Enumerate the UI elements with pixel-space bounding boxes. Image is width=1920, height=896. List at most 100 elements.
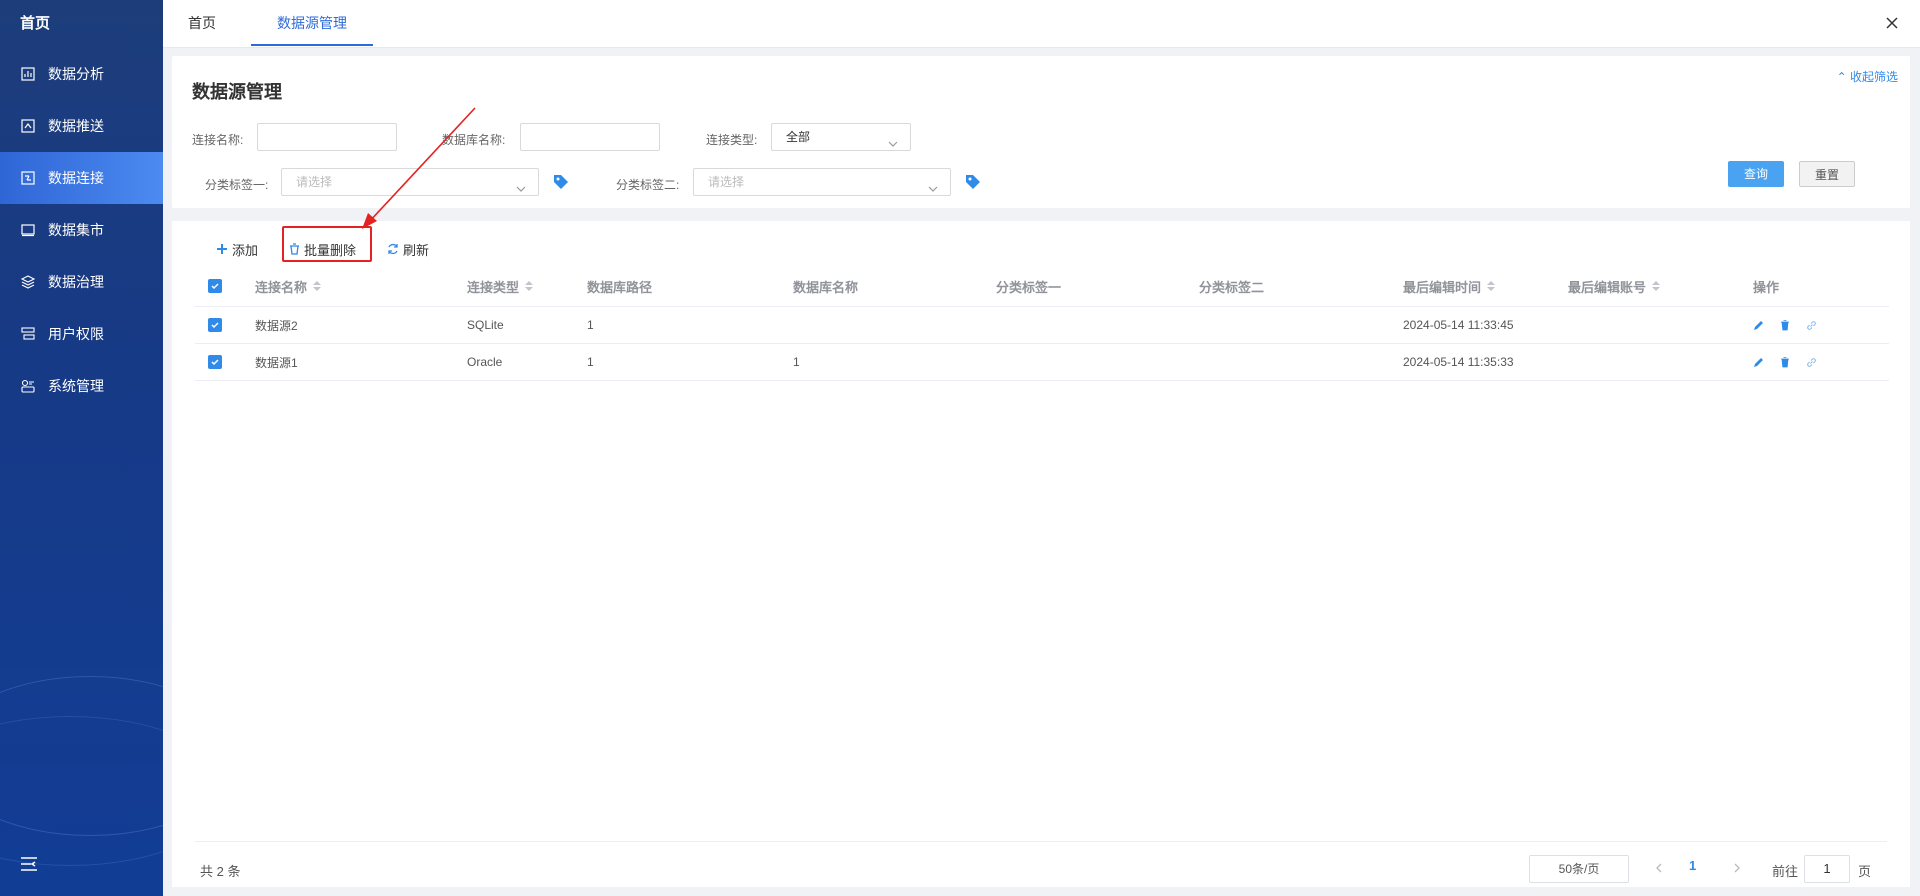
sort-icon[interactable]: [313, 281, 322, 291]
table-row: 数据源1 Oracle 1 1 2024-05-14 11:35:33: [195, 344, 1889, 381]
sidebar-item-label: 系统管理: [48, 378, 104, 394]
checkbox-checked-icon: [208, 279, 222, 293]
row-actions: [1753, 344, 1833, 380]
total-count: 共 2 条: [200, 864, 241, 879]
goto-page-input[interactable]: 1: [1804, 855, 1850, 883]
refresh-icon: [387, 243, 399, 255]
conn-type-label: 连接类型:: [706, 133, 758, 147]
chevron-left-icon[interactable]: [1652, 861, 1666, 875]
conn-type-select[interactable]: 全部: [771, 123, 911, 151]
data-table: 连接名称 连接类型 数据库路径 数据库名称 分类标签一 分类标签二 最后编辑时间…: [195, 266, 1889, 381]
tag1-select[interactable]: 请选择: [281, 168, 539, 196]
col-header-tag1: 分类标签一: [996, 279, 1062, 295]
plus-icon: [216, 243, 228, 255]
tag2-label: 分类标签二:: [616, 178, 680, 192]
cell-dbname: 1: [793, 355, 800, 369]
delete-icon[interactable]: [1780, 356, 1790, 368]
col-header-account[interactable]: 最后编辑账号: [1568, 266, 1661, 306]
sidebar-item-label: 数据连接: [48, 170, 104, 186]
cell-time: 2024-05-14 11:33:45: [1403, 318, 1514, 332]
col-header-label: 最后编辑账号: [1568, 279, 1647, 295]
sidebar-item-label: 数据治理: [48, 274, 104, 290]
tag-icon[interactable]: [964, 173, 982, 191]
tag2-select[interactable]: 请选择: [693, 168, 951, 196]
filter-panel: 数据源管理 ⌃ 收起筛选 连接名称: 数据库名称: 连接类型: 全部 分类标签一…: [172, 56, 1910, 208]
tab-datasource-management[interactable]: 数据源管理: [251, 0, 373, 46]
tag-icon[interactable]: [552, 173, 570, 191]
sidebar-item-data-connection[interactable]: 数据连接: [0, 152, 163, 204]
cell-name: 数据源1: [255, 355, 298, 370]
sidebar-item-user-permission[interactable]: 用户权限: [0, 308, 163, 360]
table-panel: 添加 批量删除 刷新 连接名称 连接类型 数据库路径 数据库名称 分类标签一 分…: [172, 221, 1910, 887]
chevron-down-icon: [516, 177, 526, 192]
page-unit-label: 页: [1858, 864, 1872, 879]
db-name-label: 数据库名称:: [442, 133, 506, 147]
col-header-type[interactable]: 连接类型: [467, 266, 534, 306]
sidebar-item-label: 用户权限: [48, 326, 104, 342]
col-header-label: 连接类型: [467, 279, 520, 295]
conn-name-input[interactable]: [257, 123, 397, 151]
link-icon[interactable]: [1806, 320, 1817, 331]
conn-name-label: 连接名称:: [192, 133, 244, 147]
sort-icon[interactable]: [1487, 281, 1496, 291]
cell-name: 数据源2: [255, 318, 298, 333]
market-icon: [20, 222, 36, 238]
delete-icon[interactable]: [1780, 319, 1790, 331]
tab-bar: 首页 数据源管理: [163, 0, 1920, 48]
sidebar-home[interactable]: 首页: [0, 0, 163, 48]
refresh-button[interactable]: 刷新: [387, 231, 429, 267]
col-header-label: 最后编辑时间: [1403, 279, 1482, 295]
col-header-time[interactable]: 最后编辑时间: [1403, 266, 1496, 306]
edit-icon[interactable]: [1753, 357, 1764, 368]
chevron-down-icon: [928, 177, 938, 192]
sort-icon[interactable]: [525, 281, 534, 291]
refresh-label: 刷新: [403, 242, 430, 258]
push-icon: [20, 118, 36, 134]
query-button[interactable]: 查询: [1728, 161, 1784, 187]
tab-home[interactable]: 首页: [188, 0, 216, 46]
sidebar: 首页 数据分析 数据推送 数据连接 数据集市 数据治理 用户权限 系统管理: [0, 0, 163, 896]
row-checkbox[interactable]: [208, 307, 222, 343]
cell-type: SQLite: [467, 318, 504, 332]
chevron-down-icon: [888, 132, 898, 147]
chevron-right-icon[interactable]: [1730, 861, 1744, 875]
link-icon[interactable]: [1806, 357, 1817, 368]
chart-icon: [20, 66, 36, 82]
system-icon: [20, 378, 36, 394]
close-icon[interactable]: [1882, 13, 1902, 33]
row-checkbox[interactable]: [208, 344, 222, 380]
divider: [195, 841, 1887, 842]
row-actions: [1753, 307, 1833, 343]
sidebar-item-data-analysis[interactable]: 数据分析: [0, 48, 163, 100]
collapse-filter-label: 收起筛选: [1849, 70, 1898, 84]
decor-swirl: [0, 716, 163, 866]
conn-type-value: 全部: [786, 130, 811, 144]
col-header-label: 连接名称: [255, 279, 308, 295]
table-row: 数据源2 SQLite 1 2024-05-14 11:33:45: [195, 307, 1889, 344]
cell-path: 1: [587, 355, 594, 369]
col-header-actions: 操作: [1753, 279, 1780, 295]
edit-icon[interactable]: [1753, 320, 1764, 331]
sidebar-item-data-market[interactable]: 数据集市: [0, 204, 163, 256]
add-button[interactable]: 添加: [216, 231, 258, 267]
col-header-dbname: 数据库名称: [793, 279, 859, 295]
connection-icon: [20, 170, 36, 186]
select-all-checkbox[interactable]: [208, 266, 222, 306]
sidebar-item-label: 数据分析: [48, 66, 104, 82]
tag1-placeholder: 请选择: [296, 175, 333, 189]
reset-button[interactable]: 重置: [1799, 161, 1855, 187]
tag2-placeholder: 请选择: [708, 175, 745, 189]
db-name-input[interactable]: [520, 123, 660, 151]
goto-label: 前往: [1772, 864, 1799, 879]
col-header-name[interactable]: 连接名称: [255, 266, 322, 306]
sidebar-item-system[interactable]: 系统管理: [0, 360, 163, 412]
collapse-filter-button[interactable]: ⌃ 收起筛选: [1837, 68, 1898, 85]
user-permission-icon: [20, 326, 36, 342]
sort-icon[interactable]: [1652, 281, 1661, 291]
sidebar-item-data-governance[interactable]: 数据治理: [0, 256, 163, 308]
current-page[interactable]: 1: [1689, 858, 1696, 873]
tag1-label: 分类标签一:: [205, 178, 269, 192]
menu-collapse-icon[interactable]: [20, 856, 40, 876]
page-size-select[interactable]: 50条/页: [1529, 855, 1629, 883]
sidebar-item-data-push[interactable]: 数据推送: [0, 100, 163, 152]
